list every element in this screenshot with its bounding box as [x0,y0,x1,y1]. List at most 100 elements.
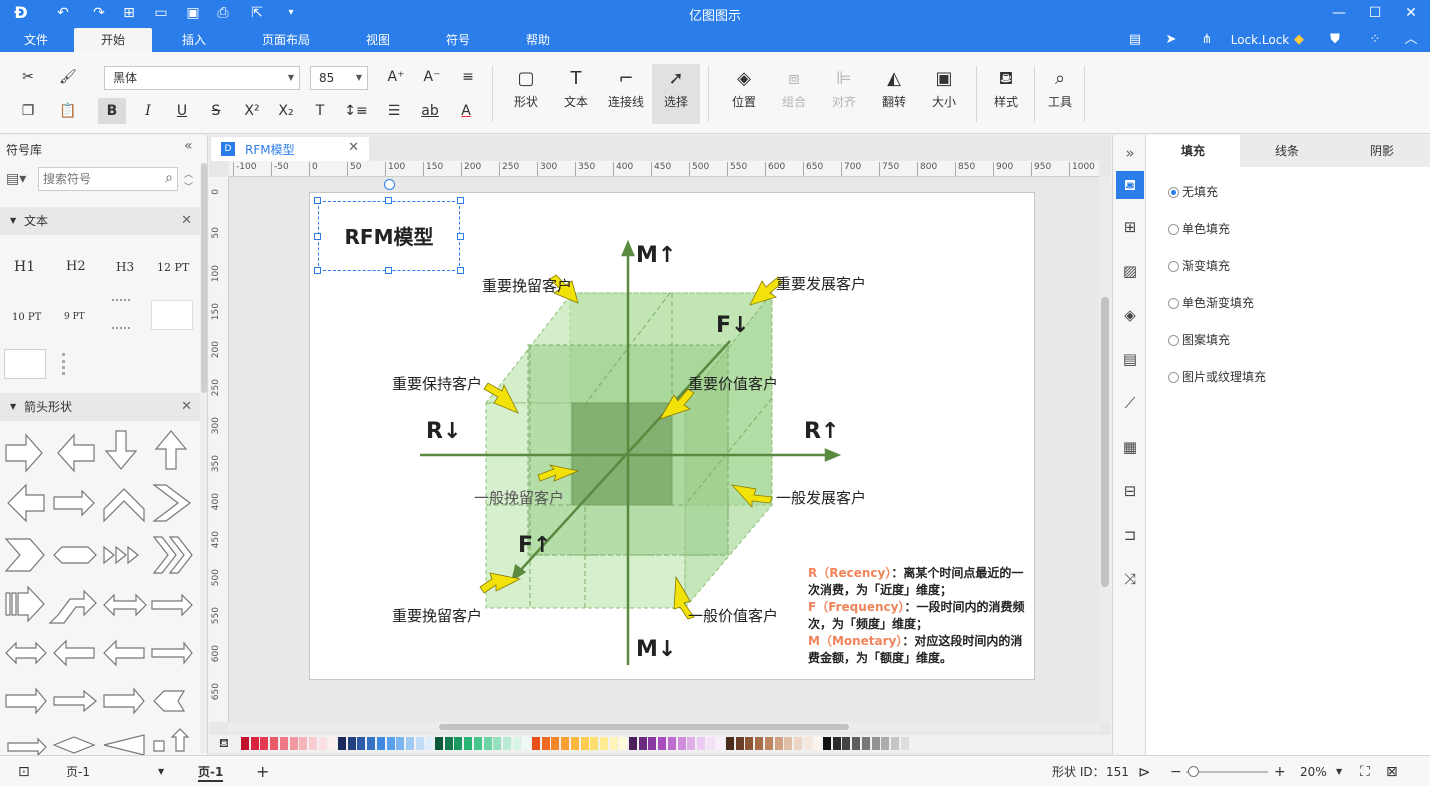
close-window-icon[interactable]: ✕ [1396,2,1426,24]
color-swatch[interactable] [609,737,618,750]
section-text-header[interactable]: ▼ 文本 ✕ [0,207,200,235]
drawing-page[interactable]: RFM模型 M↑ M↓ R↓ R↑ F↓ F↑ 重要挽留客户 重要发展客户 重要… [309,179,1035,680]
collapse-panel-icon[interactable]: « [184,138,193,154]
symbol-text-frame[interactable] [4,349,46,379]
rotate-handle[interactable] [384,179,395,190]
color-swatch[interactable] [842,737,851,750]
zoom-slider-handle[interactable] [1188,766,1199,777]
label-important-develop[interactable]: 重要发展客户 [776,273,866,294]
label-important-value[interactable]: 重要价值客户 [688,373,778,394]
color-swatch[interactable] [803,737,812,750]
resize-handle[interactable] [314,233,321,240]
flip-button[interactable]: ◭ 翻转 [870,64,918,124]
color-swatch[interactable] [454,737,463,750]
tab-line[interactable]: 线条 [1240,135,1334,167]
color-swatch[interactable] [599,737,608,750]
fit-page-icon[interactable]: ⛶ [1360,762,1370,782]
axis-label-r-right[interactable]: R↑ [804,419,839,444]
left-panel-scrollbar[interactable] [200,163,207,753]
color-swatch[interactable] [793,737,802,750]
color-swatch[interactable] [289,737,298,750]
rfm-legend[interactable]: R（Recency）：离某个时间点最近的一次消费，为「近度」维度； F（Freq… [808,565,1028,667]
bullet-list-icon[interactable]: ☰ [380,98,408,124]
color-swatch[interactable] [784,737,793,750]
play-icon[interactable]: ⊳ [1138,762,1151,782]
horizontal-scrollbar[interactable] [229,722,1099,732]
menu-file[interactable]: 文件 [10,28,62,52]
color-swatch[interactable] [813,737,822,750]
color-swatch[interactable] [706,737,715,750]
shirt-icon[interactable]: ⛊ [1324,28,1346,52]
color-swatch[interactable] [648,737,657,750]
share-icon[interactable]: ⋔ [1196,28,1218,52]
color-swatch[interactable] [881,737,890,750]
fill-color-icon[interactable]: ⛾ [219,736,229,752]
page-view-icon[interactable]: ⊡ [18,762,30,782]
zoom-in-icon[interactable]: + [1274,762,1286,782]
color-swatch[interactable] [774,737,783,750]
menu-page-layout[interactable]: 页面布局 [250,28,322,52]
color-swatch[interactable] [318,737,327,750]
color-swatch[interactable] [405,737,414,750]
label-general-value[interactable]: 一般价值客户 [688,605,778,626]
color-swatch[interactable] [871,737,880,750]
axis-label-f-bottom[interactable]: F↑ [518,533,551,558]
subscript-icon[interactable]: X₂ [272,98,300,124]
section-arrow-shapes-header[interactable]: ▼ 箭头形状 ✕ [0,393,200,421]
image-panel-icon[interactable]: ▨ [1116,257,1144,285]
radio-button[interactable] [1168,224,1179,235]
text-button[interactable]: T 文本 [552,64,600,124]
color-swatch[interactable] [483,737,492,750]
arrow-shapes-grid[interactable] [0,425,200,755]
color-swatch[interactable] [338,737,346,750]
style-button[interactable]: ⛾ 样式 [982,64,1030,124]
color-swatch[interactable] [590,737,599,750]
color-swatch[interactable] [716,737,725,750]
resize-handle[interactable] [314,197,321,204]
color-swatch[interactable] [532,737,540,750]
radio-button[interactable] [1168,372,1179,383]
maximize-icon[interactable]: ☐ [1360,2,1390,24]
color-swatch[interactable] [444,737,453,750]
minimize-icon[interactable]: — [1324,2,1354,24]
cut-icon[interactable]: ✂ [14,64,42,90]
resize-handle[interactable] [457,267,464,274]
color-swatch[interactable] [308,737,317,750]
color-swatch[interactable] [435,737,443,750]
connector-button[interactable]: ⌐ 连接线 [602,64,650,124]
position-button[interactable]: ◈ 位置 [720,64,768,124]
resize-handle[interactable] [457,233,464,240]
close-tab-icon[interactable]: ✕ [348,140,359,155]
color-swatch[interactable] [755,737,764,750]
resize-handle[interactable] [385,267,392,274]
vertical-scrollbar[interactable] [1099,177,1111,722]
color-swatch[interactable] [852,737,861,750]
color-swatch[interactable] [502,737,511,750]
menu-help[interactable]: 帮助 [510,28,566,52]
open-folder-icon[interactable]: ▭ [150,3,172,23]
axis-label-r-left[interactable]: R↓ [426,419,461,444]
tab-shadow[interactable]: 阴影 [1334,135,1430,167]
color-swatch[interactable] [551,737,560,750]
radio-button[interactable] [1168,261,1179,272]
color-swatch[interactable] [541,737,550,750]
color-swatch[interactable] [687,737,696,750]
chevron-down-icon[interactable]: ▼ [1336,762,1342,782]
chart-panel-icon[interactable]: ⟋ [1116,389,1144,417]
radio-button[interactable] [1168,298,1179,309]
color-swatch[interactable] [522,737,531,750]
add-page-icon[interactable]: + [256,762,269,782]
radio-button[interactable] [1168,187,1179,198]
axis-label-m-down[interactable]: M↓ [636,637,676,662]
color-swatch[interactable] [764,737,773,750]
zoom-out-icon[interactable]: − [1170,762,1182,782]
color-swatch[interactable] [347,737,356,750]
new-file-icon[interactable]: ⊞ [118,3,140,23]
color-swatch[interactable] [910,737,919,750]
label-important-keep[interactable]: 重要保持客户 [392,373,482,394]
superscript-icon[interactable]: X² [238,98,266,124]
vertical-scroll-thumb[interactable] [1101,297,1109,587]
menu-insert[interactable]: 插入 [164,28,224,52]
library-menu-icon[interactable]: ▤▾ [6,171,26,187]
chevron-down-icon[interactable]: ▼ [158,762,164,782]
